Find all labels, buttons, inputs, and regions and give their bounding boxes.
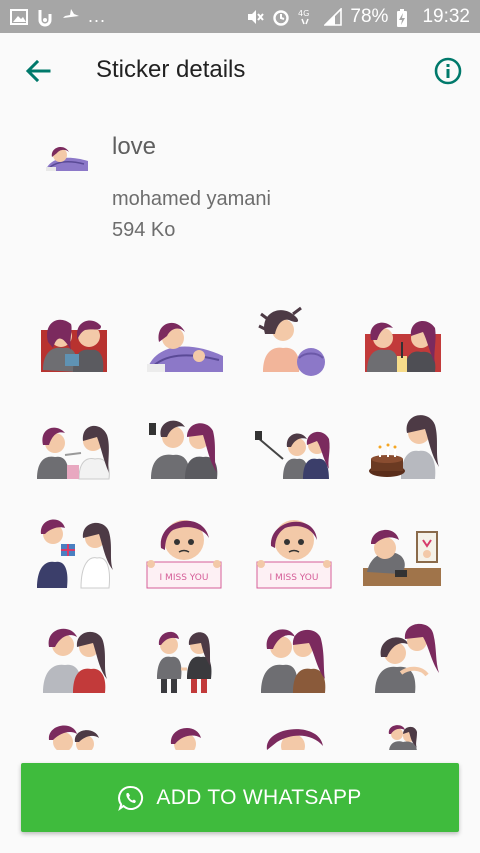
sticker-partial-4[interactable] <box>361 722 443 750</box>
sticker-couple-kiss[interactable] <box>253 617 335 699</box>
sticker-partial-3[interactable] <box>253 722 335 750</box>
pack-size: 594 Ko <box>112 219 176 241</box>
info-icon <box>434 57 462 85</box>
battery-percent: 78% <box>350 5 389 27</box>
overflow-notifications: ... <box>88 6 107 26</box>
sticker-boy-desk[interactable] <box>361 512 443 594</box>
sticker-couple-spoon[interactable] <box>33 407 115 489</box>
sticker-couple-selfie-stick[interactable] <box>253 407 335 489</box>
network-icon: 4G <box>298 8 316 26</box>
info-button[interactable] <box>433 56 463 86</box>
sticker-partial-1[interactable] <box>33 722 115 750</box>
status-bar-right: 4G 78% 19:32 <box>246 6 470 28</box>
plane-notification-icon <box>62 8 80 26</box>
sticker-couple-selfie[interactable] <box>143 407 225 489</box>
sticker-boy-gift[interactable] <box>33 512 115 594</box>
pack-author: mohamed yamani <box>112 188 271 210</box>
sticker-girl-miss-you[interactable]: I MISS YOU <box>143 512 225 594</box>
back-button[interactable] <box>22 55 54 87</box>
sticker-caption: I MISS YOU <box>270 573 319 583</box>
status-bar-left: ... <box>10 6 106 27</box>
whatsapp-icon <box>118 785 144 811</box>
sticker-couple-hug[interactable] <box>33 617 115 699</box>
sticker-grid: I MISS YOU I MISS YOU <box>0 290 480 750</box>
sticker-couple-embrace[interactable] <box>361 617 443 699</box>
app-notification-icon <box>36 8 54 26</box>
battery-charging-icon <box>396 8 414 27</box>
sticker-caption: I MISS YOU <box>160 573 209 583</box>
page-title: Sticker details <box>96 56 246 83</box>
clock: 19:32 <box>422 5 470 27</box>
sticker-couple-drink[interactable] <box>361 300 443 382</box>
mute-icon <box>246 8 265 26</box>
add-to-whatsapp-button[interactable]: ADD TO WHATSAPP <box>21 763 459 832</box>
sticker-couple-phone[interactable] <box>33 300 115 382</box>
status-bar: ... 4G 78% 19:32 <box>0 0 480 33</box>
sticker-boy-miss-you[interactable]: I MISS YOU <box>253 512 335 594</box>
arrow-back-icon <box>25 59 51 83</box>
network-type-text: 4G <box>298 9 309 18</box>
alarm-icon <box>272 8 290 26</box>
sticker-couple-hands[interactable] <box>143 617 225 699</box>
sticker-girl-cake[interactable] <box>361 407 443 489</box>
sticker-girl-blanket[interactable] <box>143 300 225 382</box>
gallery-notification-icon <box>10 8 28 26</box>
add-to-whatsapp-label: ADD TO WHATSAPP <box>156 785 362 809</box>
pack-tray-icon <box>44 143 90 173</box>
bottom-bar: ADD TO WHATSAPP <box>0 750 480 853</box>
pack-name: love <box>112 133 157 160</box>
sticker-girl-ball[interactable] <box>253 300 335 382</box>
sticker-partial-2[interactable] <box>143 722 225 750</box>
signal-icon <box>323 6 343 26</box>
app-bar: Sticker details <box>0 33 480 108</box>
